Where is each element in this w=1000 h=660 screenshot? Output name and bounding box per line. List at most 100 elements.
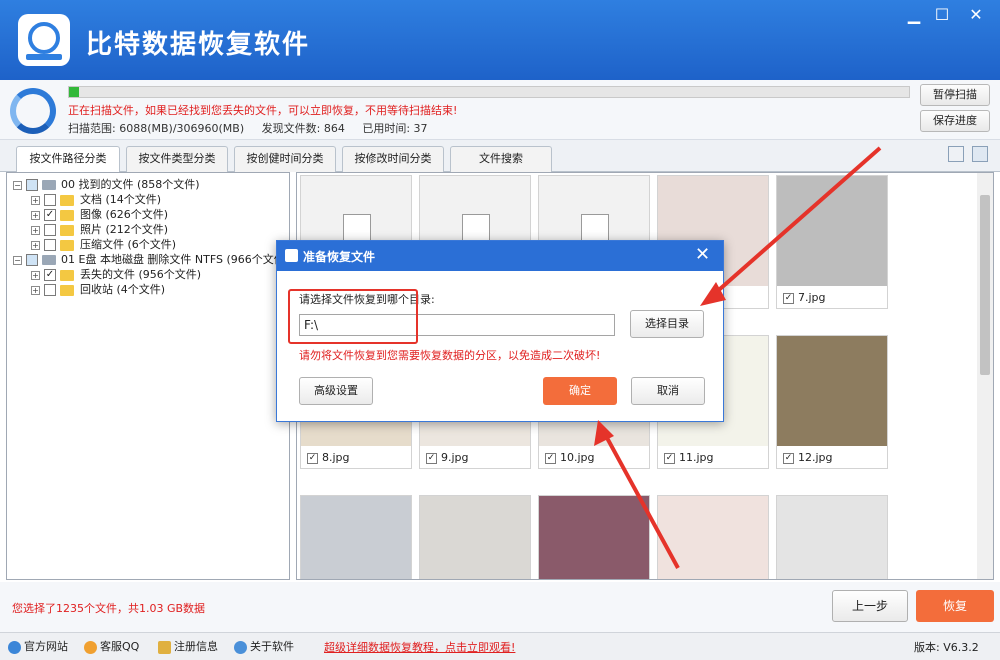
thumbnail-image (301, 496, 411, 579)
scrollbar-thumb[interactable] (980, 195, 990, 375)
file-thumbnail[interactable] (300, 495, 412, 579)
support-qq-link[interactable]: 客服QQ (84, 639, 139, 655)
tree-checkbox[interactable] (44, 194, 56, 206)
thumbnail-caption: ✓ 9.jpg (426, 451, 469, 464)
tree-checkbox[interactable] (26, 254, 38, 266)
edit-icon (158, 640, 171, 654)
tab-by-path[interactable]: 按文件路径分类 (16, 146, 120, 173)
scan-message: 正在扫描文件，如果已经找到您丢失的文件，可以立即恢复，不用等待扫描结束! (68, 104, 458, 117)
thumbnail-checkbox[interactable]: ✓ (307, 452, 318, 464)
expand-icon[interactable]: + (31, 210, 40, 220)
scan-panel: 正在扫描文件，如果已经找到您丢失的文件，可以立即恢复，不用等待扫描结束! 扫描范… (0, 80, 1000, 140)
official-website-label: 官方网站 (24, 640, 68, 653)
file-thumbnail[interactable]: ✓ 7.jpg (776, 175, 888, 309)
tree-item-found-files[interactable]: − 00 找到的文件 (858个文件) (13, 177, 200, 192)
tab-by-modified[interactable]: 按修改时间分类 (342, 146, 444, 172)
tree-checkbox[interactable] (44, 224, 56, 236)
folder-icon (60, 194, 74, 206)
scan-spinner-icon (10, 88, 56, 134)
thumbnail-image (539, 496, 649, 579)
scan-stats: 扫描范围: 6088(MB)/306960(MB) 发现文件数: 864 已用时… (68, 120, 442, 136)
official-website-link[interactable]: 官方网站 (8, 639, 68, 655)
tree-item-drive-e[interactable]: − 01 E盘 本地磁盘 删除文件 NTFS (966个文件) (13, 252, 289, 267)
annotation-highlight-box (288, 289, 418, 344)
thumbnail-caption: ✓ 8.jpg (307, 451, 350, 464)
tab-file-search[interactable]: 文件搜索 (450, 146, 552, 172)
folder-icon (60, 239, 74, 251)
tree-label: 图像 (626个文件) (80, 208, 169, 221)
folder-icon (60, 209, 74, 221)
thumbnail-caption: ✓ 11.jpg (664, 451, 714, 464)
file-thumbnail[interactable]: ✓ 12.jpg (776, 335, 888, 469)
tree-checkbox[interactable] (44, 239, 56, 251)
collapse-icon[interactable]: − (13, 180, 22, 190)
thumbnail-checkbox[interactable]: ✓ (545, 452, 556, 464)
tab-by-type[interactable]: 按文件类型分类 (126, 146, 228, 172)
cancel-button[interactable]: 取消 (631, 377, 705, 405)
tree-item-recycle-bin[interactable]: + 回收站 (4个文件) (31, 282, 165, 297)
about-link[interactable]: 关于软件 (234, 639, 294, 655)
maximize-icon[interactable]: ☐ (928, 4, 956, 26)
choose-folder-button[interactable]: 选择目录 (630, 310, 704, 338)
tree-item-lost-files[interactable]: + ✓ 丢失的文件 (956个文件) (31, 267, 201, 282)
expand-icon[interactable]: + (31, 285, 40, 295)
thumbnail-filename: 10.jpg (560, 451, 595, 464)
scan-progress-fill (69, 87, 80, 97)
tree-label: 01 E盘 本地磁盘 删除文件 NTFS (966个文件) (61, 253, 290, 266)
category-tabs: 按文件路径分类 按文件类型分类 按创健时间分类 按修改时间分类 文件搜索 (0, 140, 1000, 173)
thumbnail-checkbox[interactable]: ✓ (426, 452, 437, 464)
dialog-close-icon[interactable]: ✕ (695, 244, 710, 265)
tree-item-archives[interactable]: + 压缩文件 (6个文件) (31, 237, 176, 252)
about-label: 关于软件 (250, 640, 294, 653)
expand-icon[interactable]: + (31, 270, 40, 280)
tree-checkbox[interactable] (26, 179, 38, 191)
status-bar: 官方网站 客服QQ 注册信息 关于软件 超级详细数据恢复教程，点击立即观看! 版… (0, 632, 1000, 660)
tab-by-created[interactable]: 按创健时间分类 (234, 146, 336, 172)
recover-button[interactable]: 恢复 (916, 590, 994, 622)
scan-elapsed: 已用时间: 37 (362, 122, 428, 135)
scan-progress-bar (68, 86, 910, 98)
expand-icon[interactable]: + (31, 225, 40, 235)
thumbnail-image (777, 176, 887, 286)
thumbnail-caption: ✓ 7.jpg (783, 291, 826, 304)
list-view-icon[interactable] (948, 146, 964, 162)
collapse-icon[interactable]: − (13, 255, 22, 265)
file-thumbnail[interactable] (657, 495, 769, 579)
selection-summary: 您选择了1235个文件，共1.03 GB数据 (12, 602, 206, 615)
thumbnail-checkbox[interactable]: ✓ (664, 452, 675, 464)
vertical-scrollbar[interactable] (977, 173, 993, 579)
expand-icon[interactable]: + (31, 195, 40, 205)
action-bar: 您选择了1235个文件，共1.03 GB数据 上一步 恢复 (0, 582, 1000, 632)
tree-item-documents[interactable]: + 文档 (14个文件) (31, 192, 161, 207)
confirm-button[interactable]: 确定 (543, 377, 617, 405)
previous-step-button[interactable]: 上一步 (832, 590, 908, 622)
thumbnail-checkbox[interactable]: ✓ (783, 292, 794, 304)
file-thumbnail[interactable] (538, 495, 650, 579)
thumbnail-view-icon[interactable] (972, 146, 988, 162)
tree-checkbox[interactable]: ✓ (44, 269, 56, 281)
file-thumbnail[interactable] (419, 495, 531, 579)
minimize-icon[interactable]: ▁ (900, 4, 928, 26)
dialog-title: 准备恢复文件 (303, 250, 376, 264)
expand-icon[interactable]: + (31, 240, 40, 250)
tree-label: 回收站 (4个文件) (80, 283, 166, 296)
tree-checkbox[interactable]: ✓ (44, 209, 56, 221)
close-icon[interactable]: ✕ (962, 4, 990, 26)
registration-link[interactable]: 注册信息 (158, 639, 218, 655)
save-progress-button[interactable]: 保存进度 (920, 110, 990, 132)
tree-item-images[interactable]: + ✓ 图像 (626个文件) (31, 207, 168, 222)
tree-item-photos[interactable]: + 照片 (212个文件) (31, 222, 168, 237)
thumbnail-checkbox[interactable]: ✓ (783, 452, 794, 464)
pause-scan-button[interactable]: 暂停扫描 (920, 84, 990, 106)
tree-label: 00 找到的文件 (858个文件) (61, 178, 200, 191)
tree-checkbox[interactable] (44, 284, 56, 296)
folder-icon (60, 224, 74, 236)
thumbnail-caption: ✓ 10.jpg (545, 451, 595, 464)
dialog-header: 准备恢复文件 ✕ (277, 241, 723, 271)
folder-icon (60, 284, 74, 296)
advanced-settings-button[interactable]: 高级设置 (299, 377, 373, 405)
version-label: 版本: V6.3.2 (914, 641, 979, 654)
thumbnail-filename: 11.jpg (679, 451, 714, 464)
file-thumbnail[interactable] (776, 495, 888, 579)
tutorial-link[interactable]: 超级详细数据恢复教程，点击立即观看! (324, 639, 515, 655)
